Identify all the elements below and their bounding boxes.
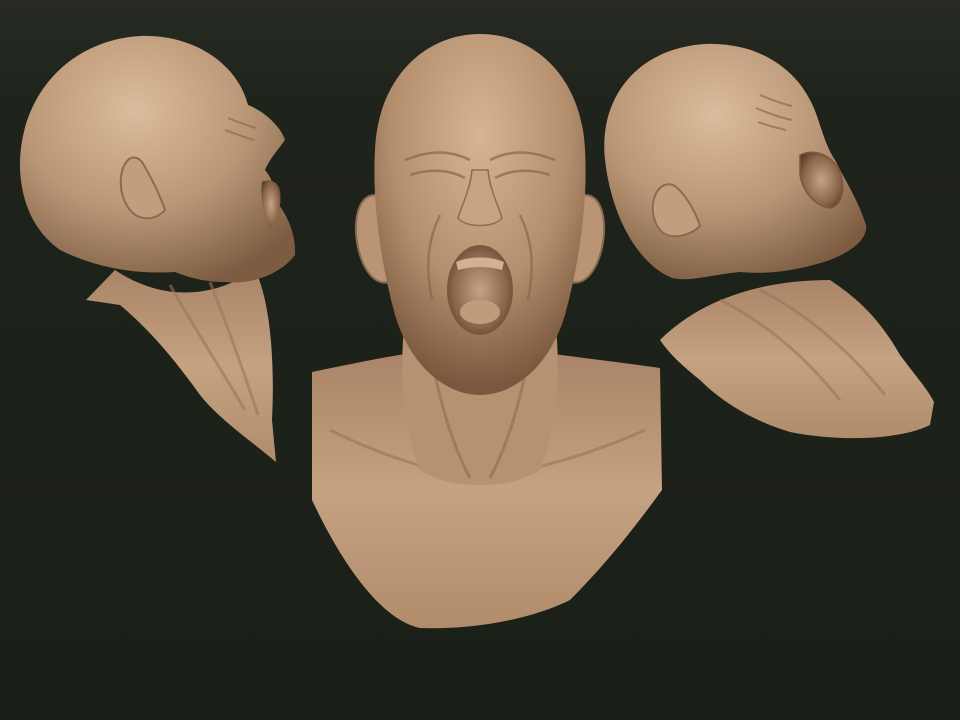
sculpt-render-scene <box>0 0 960 720</box>
front-tongue <box>460 300 500 324</box>
